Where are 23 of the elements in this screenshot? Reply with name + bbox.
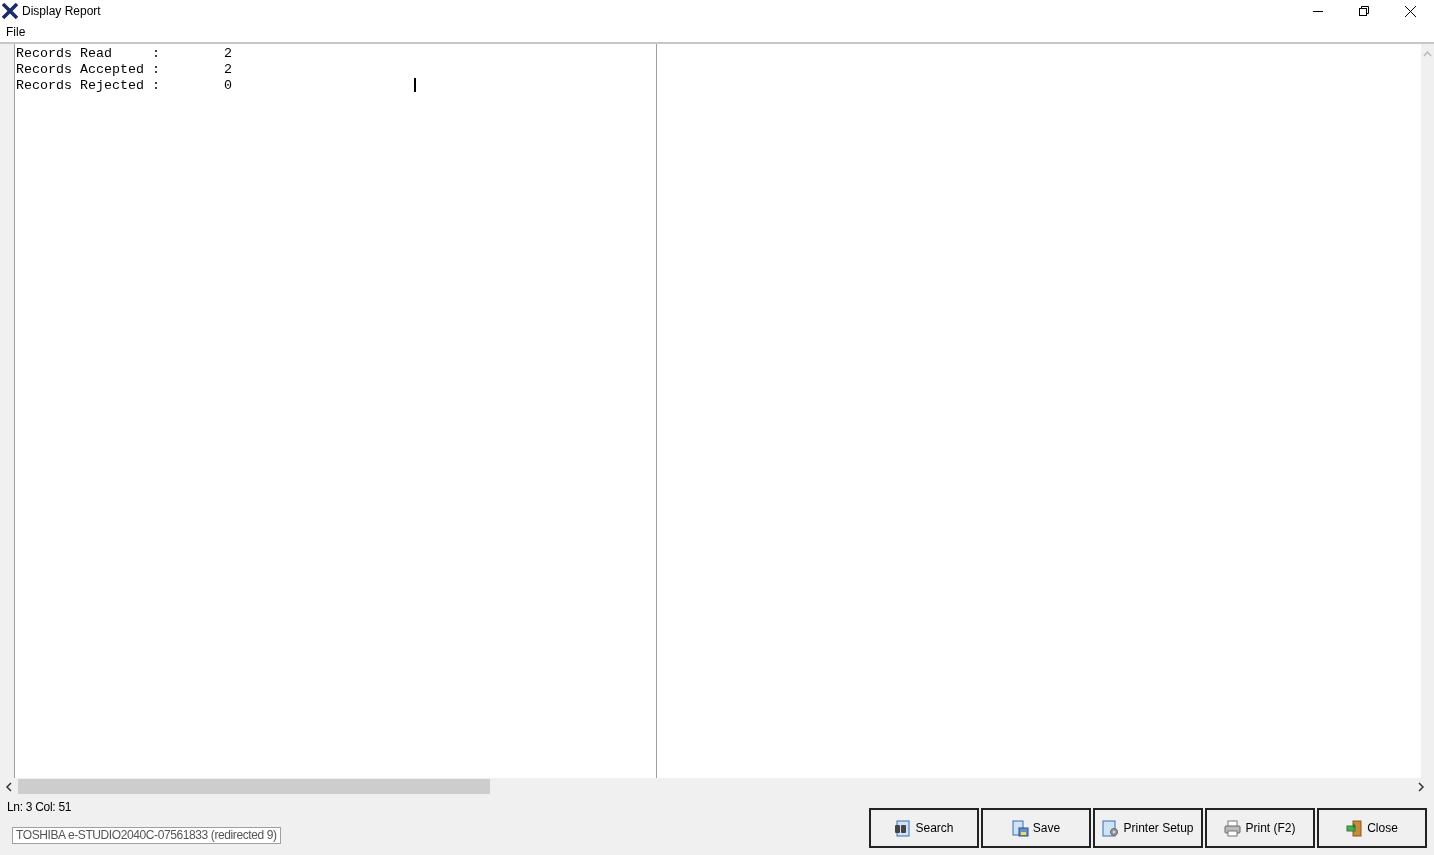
printer-icon — [1224, 819, 1242, 837]
text-cursor — [414, 78, 416, 92]
restore-icon — [1359, 6, 1369, 16]
app-logo-icon — [2, 3, 18, 19]
close-icon — [1404, 5, 1416, 17]
print-button[interactable]: Print (F2) — [1205, 808, 1315, 848]
window-title: Display Report — [22, 4, 102, 18]
cursor-position: Ln: 3 Col: 51 — [7, 800, 72, 814]
search-button[interactable]: Search — [869, 808, 979, 848]
exit-door-icon — [1346, 819, 1364, 837]
save-button[interactable]: Save — [981, 808, 1091, 848]
scroll-up-icon — [1423, 50, 1432, 58]
scrollbar-thumb[interactable] — [18, 779, 490, 794]
save-document-icon — [1011, 819, 1029, 837]
printer-field[interactable]: TOSHIBA e-STUDIO2040C-07561833 (redirected 9) — [12, 827, 281, 844]
report-line: Records Read : 2 — [15, 46, 232, 62]
binoculars-icon — [894, 819, 912, 837]
document-gear-icon — [1102, 819, 1120, 837]
setup-button[interactable]: Printer Setup — [1093, 808, 1203, 848]
menu-item[interactable]: File — [0, 25, 32, 39]
report-line: Records Accepted : 2 — [15, 62, 232, 78]
close-button[interactable]: Close — [1317, 808, 1427, 848]
report-line: Records Rejected : 0 — [15, 78, 232, 94]
